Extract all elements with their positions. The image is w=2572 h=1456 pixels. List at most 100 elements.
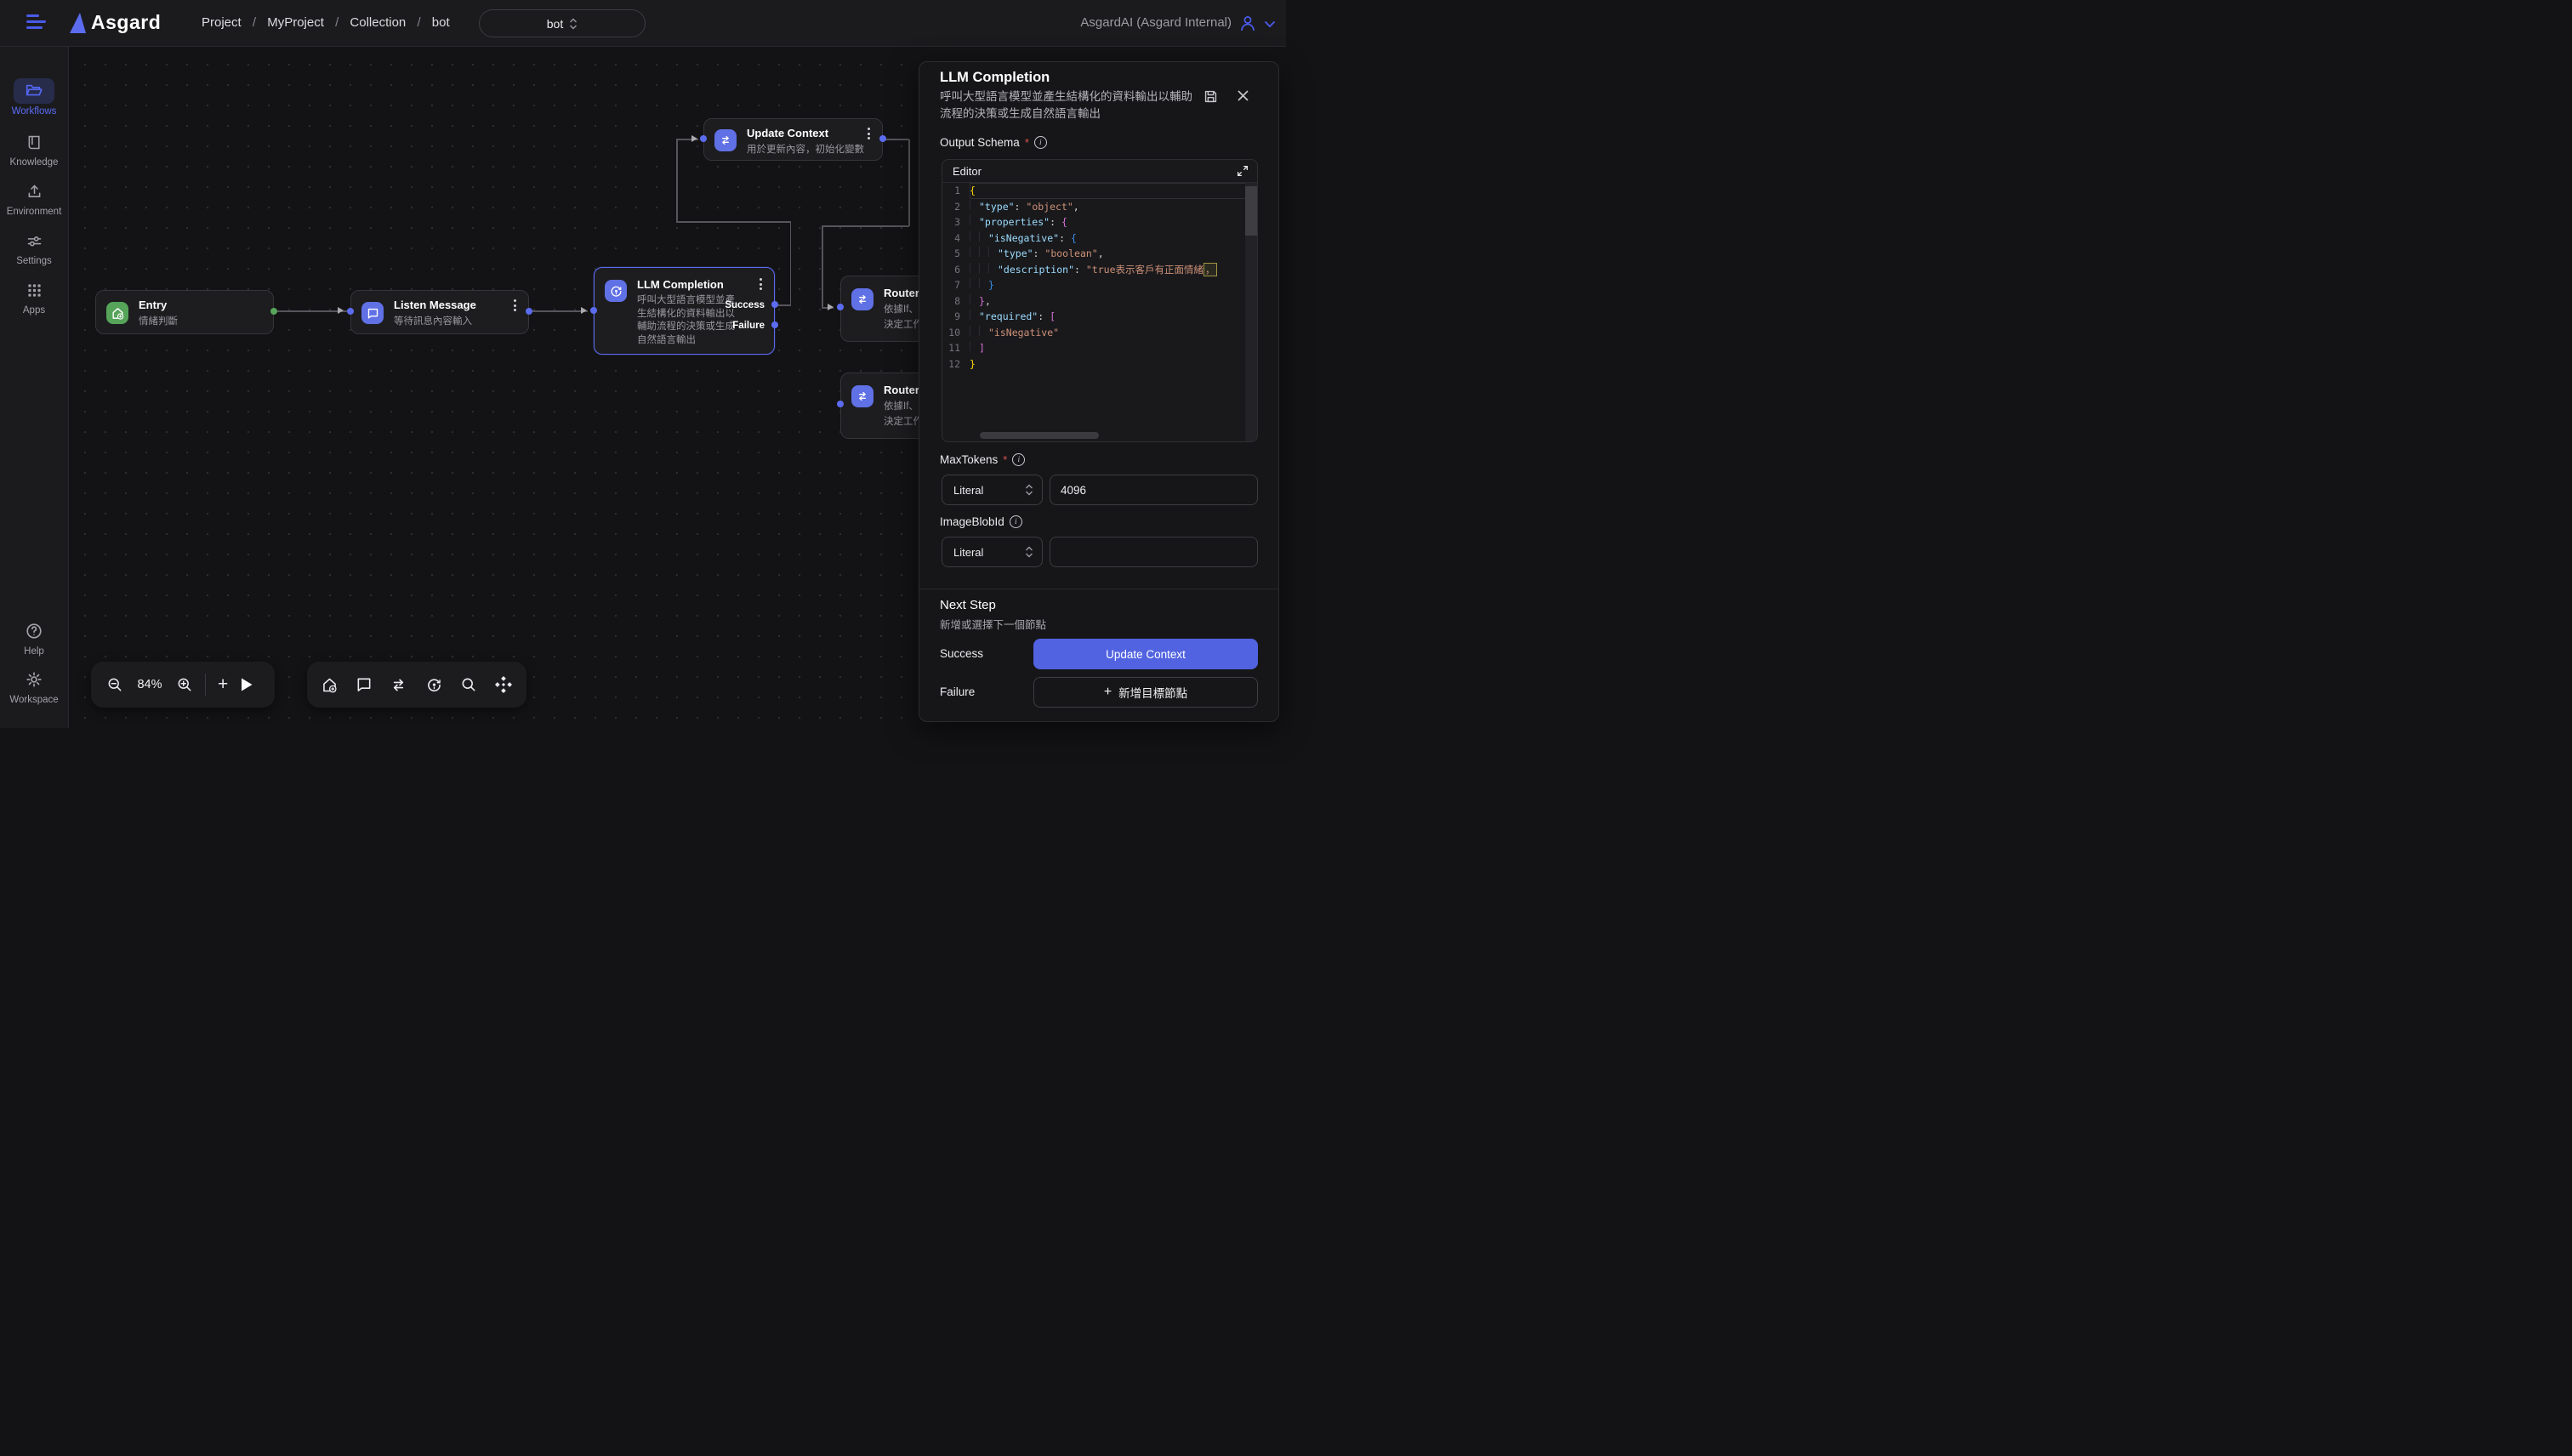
sliders-icon (26, 232, 43, 250)
info-icon[interactable]: i (1010, 515, 1022, 528)
search-icon[interactable] (460, 676, 477, 693)
imageblobid-mode-select[interactable]: Literal (942, 537, 1043, 567)
kebab-menu-icon[interactable] (509, 299, 520, 311)
sidebar-item-workflows[interactable]: Workflows (0, 78, 68, 117)
editor-label: Editor (953, 165, 982, 178)
logo-triangle-icon (70, 13, 86, 33)
hamburger-menu-icon[interactable] (26, 14, 47, 32)
success-target-button[interactable]: Update Context (1033, 639, 1258, 669)
upload-icon (26, 183, 43, 201)
info-icon[interactable]: i (1034, 136, 1047, 149)
edge-segment (822, 226, 823, 307)
expand-icon[interactable] (1236, 164, 1249, 178)
port-llm-success[interactable] (771, 301, 778, 308)
node-palette-toolbar (307, 662, 526, 708)
imageblobid-label: ImageBlobId i (940, 515, 1022, 528)
imageblobid-value-input[interactable] (1050, 537, 1258, 567)
grid-dots-icon (26, 282, 43, 299)
next-step-subtitle: 新增或選擇下一個節點 (940, 616, 1046, 632)
node-title: Update Context (747, 127, 828, 139)
house-plus-icon (106, 302, 128, 324)
code-editor-content[interactable]: 1{2"type": "object",3"properties": {4"is… (942, 183, 1247, 435)
node-entry[interactable]: Entry 情緒判斷 (95, 290, 274, 334)
workflow-selector[interactable]: bot (479, 9, 646, 37)
success-row-label: Success (940, 647, 983, 660)
zoom-toolbar: 84% + (91, 662, 275, 708)
swap-arrows-icon (851, 288, 873, 310)
updown-chevron-icon (1025, 545, 1033, 559)
node-title: Router (884, 384, 919, 396)
left-sidebar: Workflows Knowledge Environment Settings (0, 47, 69, 728)
swap-arrows-icon[interactable] (390, 676, 407, 694)
required-asterisk: * (1025, 136, 1029, 149)
required-asterisk: * (1003, 453, 1007, 466)
updown-chevron-icon (569, 17, 578, 31)
sidebar-item-apps[interactable]: Apps (0, 277, 68, 316)
account-label: AsgardAI (Asgard Internal) (1080, 15, 1232, 30)
chevron-down-icon[interactable] (1264, 20, 1276, 28)
zoom-in-icon[interactable] (176, 676, 193, 693)
edge-segment (908, 139, 910, 226)
port-llm-in[interactable] (590, 307, 597, 314)
toolbar-divider (205, 674, 206, 696)
swap-arrows-icon (714, 129, 737, 151)
node-subtitle: 等待訊息內容輸入 (394, 314, 472, 327)
add-target-node-button[interactable]: + 新增目標節點 (1033, 677, 1258, 708)
swap-arrows-icon (851, 385, 873, 407)
breadcrumb-myproject[interactable]: MyProject (267, 15, 324, 30)
close-icon[interactable] (1237, 89, 1249, 102)
sidebar-item-settings[interactable]: Settings (0, 228, 68, 266)
editor-vscrollbar-thumb[interactable] (1245, 186, 1257, 236)
editor-hscrollbar-thumb[interactable] (980, 432, 1099, 439)
node-update-context[interactable]: Update Context 用於更新內容，初始化變數 (703, 118, 883, 161)
chat-bubble-icon[interactable] (356, 676, 373, 693)
maxtokens-value-input[interactable] (1050, 475, 1258, 505)
port-listen-in[interactable] (347, 308, 354, 315)
maxtokens-mode-select[interactable]: Literal (942, 475, 1043, 505)
panel-title: LLM Completion (940, 70, 1050, 86)
breadcrumb-project[interactable]: Project (202, 15, 242, 30)
port-router2-in[interactable] (837, 401, 844, 407)
port-llm-failure[interactable] (771, 321, 778, 328)
node-listen-message[interactable]: Listen Message 等待訊息內容輸入 (350, 290, 529, 334)
sidebar-item-workspace[interactable]: Workspace (0, 667, 68, 705)
port-entry-out[interactable] (270, 308, 277, 315)
play-icon[interactable] (240, 677, 253, 692)
edge-segment (529, 310, 588, 312)
port-router1-in[interactable] (837, 304, 844, 310)
house-plus-icon[interactable] (321, 676, 339, 694)
add-icon[interactable]: + (218, 676, 228, 693)
edge-segment (790, 222, 792, 305)
zoom-out-icon[interactable] (106, 676, 123, 693)
port-listen-out[interactable] (526, 308, 532, 315)
node-llm-completion[interactable]: LLM Completion 呼叫大型語言模型並產 生結構化的資料輸出以 輔助流… (594, 267, 775, 355)
node-title: Listen Message (394, 299, 476, 311)
sidebar-item-environment[interactable]: Environment (0, 179, 68, 217)
help-circle-icon (25, 622, 43, 640)
port-update-in[interactable] (700, 135, 707, 142)
chat-bubble-icon (361, 302, 384, 324)
diamond-cluster-icon[interactable] (494, 675, 513, 694)
node-subtitle: 用於更新內容，初始化變數 (747, 142, 864, 156)
llm-cycle-icon[interactable] (425, 676, 443, 694)
workflow-selector-value: bot (547, 17, 563, 31)
schema-editor[interactable]: Editor 1{2"type": "object",3"properties"… (942, 159, 1258, 442)
sidebar-item-help[interactable]: Help (0, 618, 68, 657)
breadcrumb-collection[interactable]: Collection (350, 15, 406, 30)
node-detail-panel: LLM Completion 呼叫大型語言模型並產生結構化的資料輸出以輔助流程的… (919, 61, 1279, 722)
kebab-menu-icon[interactable] (755, 278, 765, 290)
kebab-menu-icon[interactable] (863, 128, 873, 139)
node-title: LLM Completion (637, 278, 724, 291)
node-subtitle-line: 自然語言輸出 (637, 334, 696, 348)
llm-cycle-icon (605, 280, 627, 302)
edge-segment (883, 139, 909, 140)
user-icon[interactable] (1238, 14, 1257, 32)
node-title: Entry (139, 299, 167, 311)
breadcrumb-bot[interactable]: bot (432, 15, 450, 30)
node-subtitle-line: 生結構化的資料輸出以 (637, 308, 735, 321)
save-icon[interactable] (1203, 88, 1219, 105)
port-update-out[interactable] (879, 135, 886, 142)
sidebar-item-knowledge[interactable]: Knowledge (0, 129, 68, 168)
info-icon[interactable]: i (1012, 453, 1025, 466)
book-icon (26, 134, 43, 151)
